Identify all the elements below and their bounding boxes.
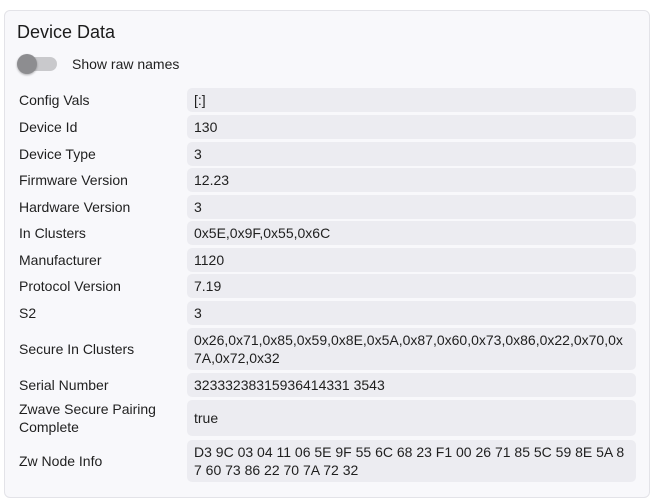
row-label: Hardware Version xyxy=(19,199,131,215)
row-label: Config Vals xyxy=(19,92,90,108)
data-row-hardware-version: Hardware Version 3 xyxy=(5,195,651,219)
data-row-config-vals: Config Vals [:] xyxy=(5,88,651,112)
row-label: Device Id xyxy=(19,119,78,135)
row-value: 3 xyxy=(187,142,636,166)
row-value: true xyxy=(187,400,636,436)
panel-title: Device Data xyxy=(17,22,116,42)
toggle-label: Show raw names xyxy=(72,56,180,72)
row-value: 32333238315936414331 3543 xyxy=(187,373,636,397)
data-row-s2: S2 3 xyxy=(5,301,651,325)
row-value: 0x5E,0x9F,0x55,0x6C xyxy=(187,221,636,245)
data-row-protocol-version: Protocol Version 7.19 xyxy=(5,274,651,298)
show-raw-names-toggle[interactable] xyxy=(17,54,57,74)
row-label: Manufacturer xyxy=(19,252,102,268)
data-row-secure-in-clusters: Secure In Clusters 0x26,0x71,0x85,0x59,0… xyxy=(5,328,651,370)
row-value: 3 xyxy=(187,301,636,325)
row-label: Secure In Clusters xyxy=(19,341,135,357)
row-label: In Clusters xyxy=(19,225,86,241)
row-value: 7.19 xyxy=(187,274,636,298)
row-label: Serial Number xyxy=(19,377,109,393)
data-row-in-clusters: In Clusters 0x5E,0x9F,0x55,0x6C xyxy=(5,221,651,245)
row-label: S2 xyxy=(19,305,37,321)
row-label: Firmware Version xyxy=(19,172,128,188)
data-row-serial-number: Serial Number 32333238315936414331 3543 xyxy=(5,373,651,397)
row-value: 12.23 xyxy=(187,168,636,192)
toggle-knob[interactable] xyxy=(17,54,37,74)
row-label: Zw Node Info xyxy=(19,453,103,469)
row-value: 0x26,0x71,0x85,0x59,0x8E,0x5A,0x87,0x60,… xyxy=(187,328,636,370)
row-value: 130 xyxy=(187,115,636,139)
row-value: 1120 xyxy=(187,248,636,272)
row-value: 3 xyxy=(187,195,636,219)
device-data-panel: Device Data Show raw names Config Vals [… xyxy=(4,10,650,498)
data-row-firmware-version: Firmware Version 12.23 xyxy=(5,168,651,192)
data-row-manufacturer: Manufacturer 1120 xyxy=(5,248,651,272)
row-value: [:] xyxy=(187,88,636,112)
row-label: Zwave Secure Pairing Complete xyxy=(19,401,156,435)
data-row-device-id: Device Id 130 xyxy=(5,115,651,139)
data-row-zwave-secure-pairing-complete: Zwave Secure Pairing Complete true xyxy=(5,400,651,436)
data-row-device-type: Device Type 3 xyxy=(5,142,651,166)
row-label: Device Type xyxy=(19,146,96,162)
row-label: Protocol Version xyxy=(19,278,121,294)
row-value: D3 9C 03 04 11 06 5E 9F 55 6C 68 23 F1 0… xyxy=(187,440,636,482)
data-row-zw-node-info: Zw Node Info D3 9C 03 04 11 06 5E 9F 55 … xyxy=(5,440,651,482)
